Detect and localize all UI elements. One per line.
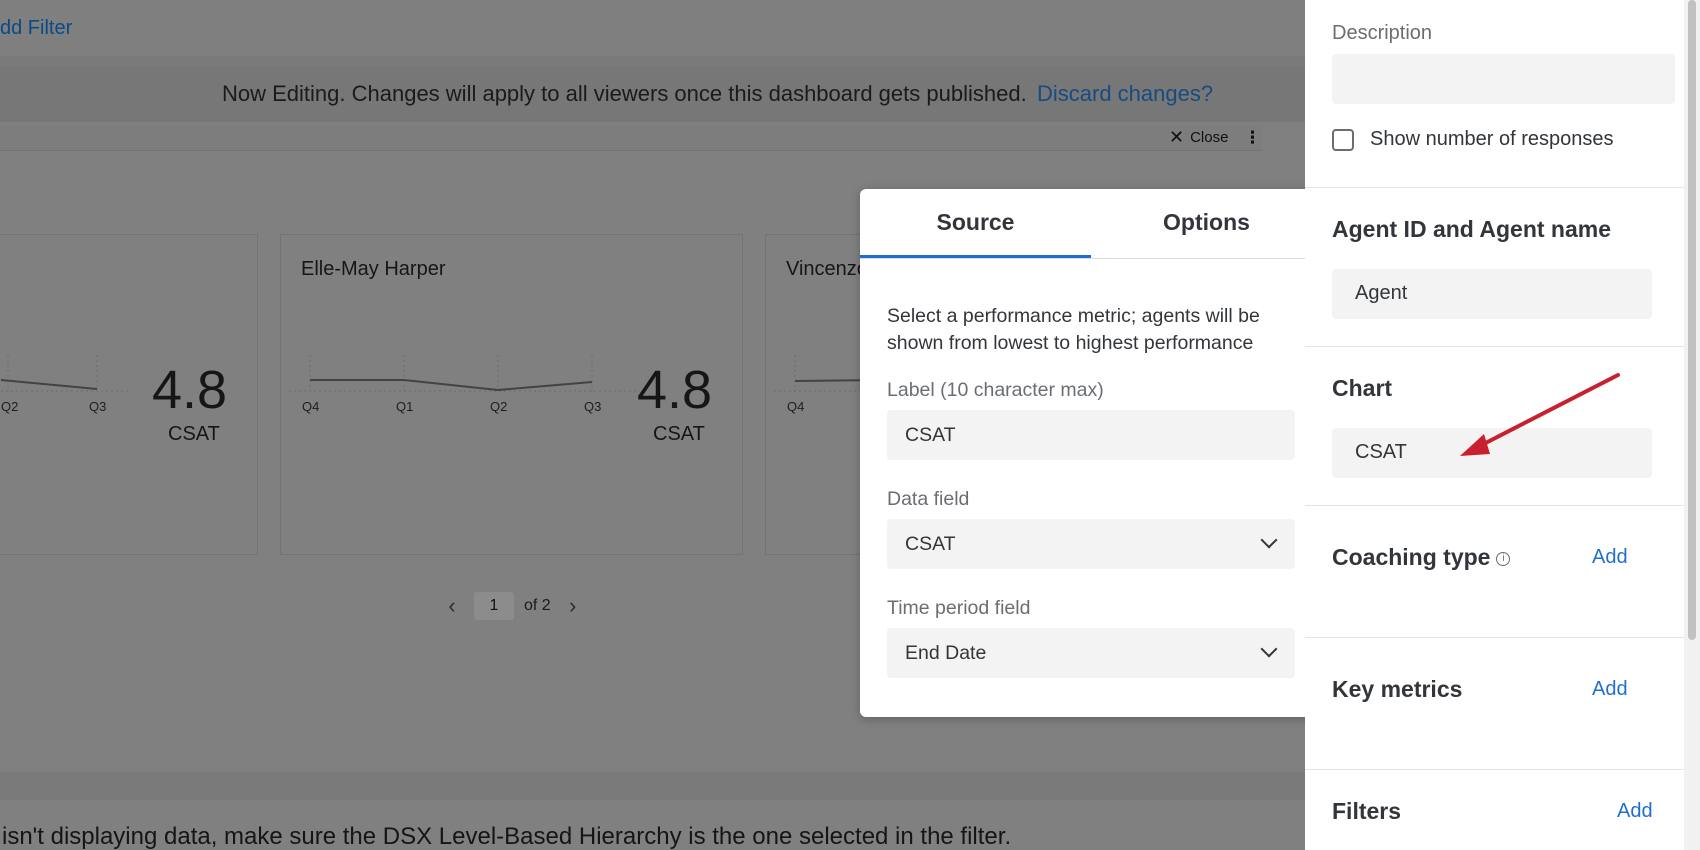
add-filter-link[interactable]: dd Filter — [0, 17, 72, 40]
sparkline: Q2 Q3 — [1, 355, 129, 414]
editing-message: Now Editing. Changes will apply to all v… — [222, 81, 1027, 106]
metric-label: CSAT — [653, 423, 705, 445]
time-period-select[interactable]: End Date — [887, 628, 1295, 678]
page-number-input[interactable]: 1 — [474, 592, 514, 620]
filters-heading: Filters — [1332, 798, 1402, 824]
time-period-value: End Date — [905, 642, 987, 664]
time-period-label: Time period field — [887, 597, 1031, 619]
chart-heading: Chart — [1332, 375, 1393, 401]
panel-scrollbar[interactable] — [1684, 0, 1700, 850]
coaching-type-label: Coaching type — [1332, 544, 1491, 570]
section-divider — [1305, 187, 1684, 188]
section-divider — [1305, 505, 1684, 506]
metric-value: 4.8 — [637, 360, 713, 420]
x-tick-label: Q1 — [396, 399, 413, 414]
tab-source[interactable]: Source — [860, 189, 1091, 258]
x-tick-label: Q3 — [89, 399, 106, 414]
scrollbar-thumb[interactable] — [1688, 0, 1696, 640]
metric-label: CSAT — [168, 423, 220, 445]
widget-close-button[interactable]: ✕ Close — [1169, 127, 1229, 147]
section-divider — [0, 772, 1305, 800]
show-responses-checkbox[interactable] — [1332, 129, 1354, 151]
agent-field-value: Agent — [1355, 282, 1408, 304]
data-field-label: Data field — [887, 488, 970, 510]
info-icon[interactable]: i — [1496, 551, 1511, 566]
metric-value: 4.8 — [152, 360, 228, 420]
chart-field-value: CSAT — [1355, 441, 1407, 463]
page-count: of 2 — [524, 597, 551, 614]
label-input[interactable]: CSAT — [887, 410, 1295, 460]
section-divider — [1305, 346, 1684, 347]
tab-options[interactable]: Options — [1091, 189, 1322, 258]
agent-field[interactable]: Agent — [1332, 269, 1652, 319]
previous-page-icon[interactable]: ‹ — [440, 593, 464, 619]
section-divider — [1305, 769, 1684, 770]
annotation-arrow-icon — [1460, 373, 1620, 456]
add-coaching-type-link[interactable]: Add — [1592, 546, 1628, 569]
discard-changes-link[interactable]: Discard changes? — [1037, 81, 1213, 107]
x-tick-label: Q2 — [1, 399, 18, 414]
next-page-icon[interactable]: › — [561, 593, 585, 619]
agent-card[interactable]: Elle-May Harper Q4 Q1 Q2 Q3 4.8 CSAT — [280, 234, 743, 555]
description-label: Description — [1332, 22, 1433, 44]
x-tick-label: Q4 — [787, 399, 804, 414]
agent-name: Vincenzo — [786, 258, 868, 280]
widget-header: ✕ Close ⋮ — [0, 125, 1262, 151]
x-tick-label: Q4 — [302, 399, 319, 414]
pagination: ‹ 1 of 2 › — [440, 592, 585, 620]
data-field-value: CSAT — [905, 533, 956, 555]
close-label: Close — [1190, 129, 1229, 146]
chart-source-popover: Source Options Select a performance metr… — [860, 189, 1322, 717]
agent-card[interactable]: Q2 Q3 4.8 CSAT — [0, 234, 258, 555]
sparkline: Q4 Q1 Q2 Q3 — [289, 355, 639, 414]
toolbar-divider — [0, 56, 1305, 66]
section-divider — [1305, 637, 1684, 638]
agent-heading: Agent ID and Agent name — [1332, 216, 1611, 242]
show-responses-label: Show number of responses — [1370, 128, 1614, 150]
more-options-icon[interactable]: ⋮ — [1244, 128, 1261, 148]
label-input-value: CSAT — [905, 424, 956, 446]
help-text-strip: isn't displaying data, make sure the DSX… — [0, 825, 1305, 850]
add-key-metrics-link[interactable]: Add — [1592, 678, 1628, 701]
popover-description: Select a performance metric; agents will… — [887, 305, 1260, 354]
key-metrics-heading: Key metrics — [1332, 676, 1463, 702]
chevron-down-icon — [1260, 531, 1278, 549]
agent-name: Elle-May Harper — [301, 258, 446, 280]
label-field-label: Label (10 character max) — [887, 379, 1104, 401]
add-filters-link[interactable]: Add — [1617, 800, 1653, 823]
dashboard-toolbar: dd Filter — [0, 0, 1305, 56]
chevron-down-icon — [1260, 640, 1278, 658]
help-text: isn't displaying data, make sure the DSX… — [2, 825, 1012, 850]
close-icon: ✕ — [1169, 127, 1185, 147]
x-tick-label: Q2 — [490, 399, 507, 414]
coaching-type-heading: Coaching type i — [1332, 544, 1511, 571]
popover-tabs: Source Options — [860, 189, 1322, 259]
description-input[interactable] — [1332, 54, 1675, 104]
data-field-select[interactable]: CSAT — [887, 519, 1295, 569]
x-tick-label: Q3 — [584, 399, 601, 414]
